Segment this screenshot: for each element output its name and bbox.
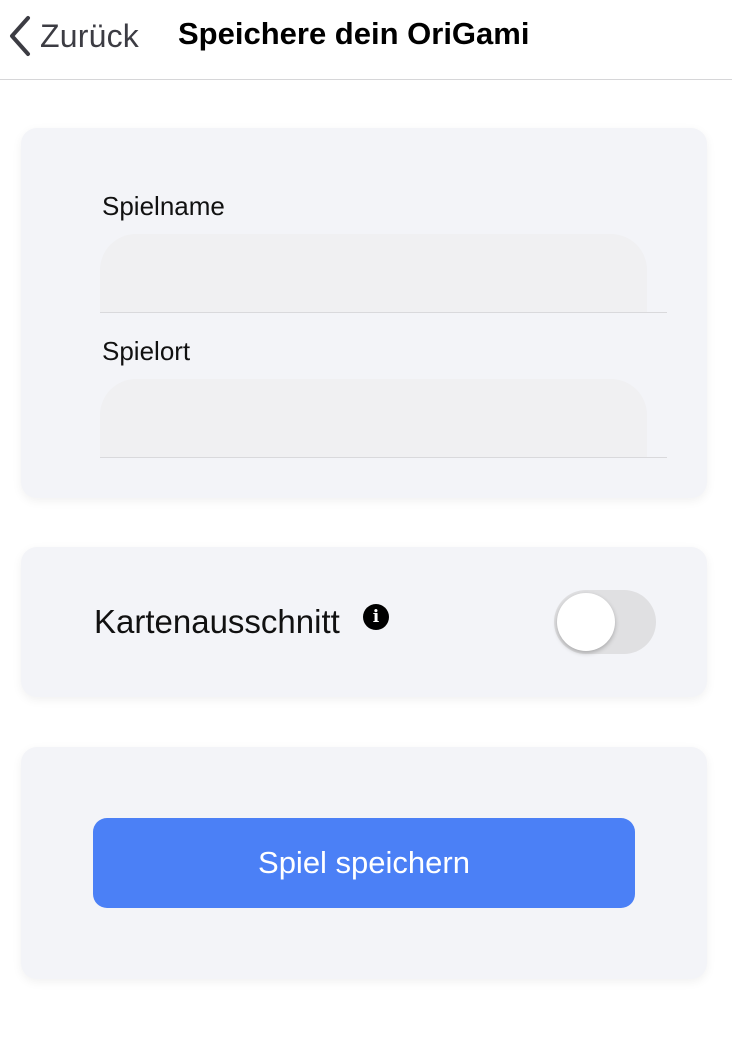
- game-name-underline: [100, 312, 667, 313]
- save-game-button[interactable]: Spiel speichern: [93, 818, 635, 908]
- chevron-left-icon: [10, 16, 30, 56]
- info-icon[interactable]: i: [363, 604, 389, 630]
- game-location-label: Spielort: [102, 336, 191, 366]
- map-section-label: Kartenausschnitt: [94, 603, 340, 640]
- back-button[interactable]: Zurück: [8, 14, 139, 58]
- navigation-bar: Zurück Speichere dein OriGami: [0, 0, 732, 80]
- page-title: Speichere dein OriGami: [178, 16, 530, 51]
- game-name-label: Spielname: [102, 191, 225, 221]
- back-label: Zurück: [40, 17, 139, 54]
- map-section-card: Kartenausschnitt i: [21, 547, 707, 697]
- game-location-underline: [100, 457, 667, 458]
- game-location-input[interactable]: [100, 379, 647, 457]
- game-name-input[interactable]: [100, 234, 647, 312]
- game-details-card: Spielname Spielort: [21, 128, 707, 498]
- save-card: Spiel speichern: [21, 747, 707, 979]
- map-section-toggle[interactable]: [554, 590, 656, 654]
- toggle-knob: [557, 593, 615, 651]
